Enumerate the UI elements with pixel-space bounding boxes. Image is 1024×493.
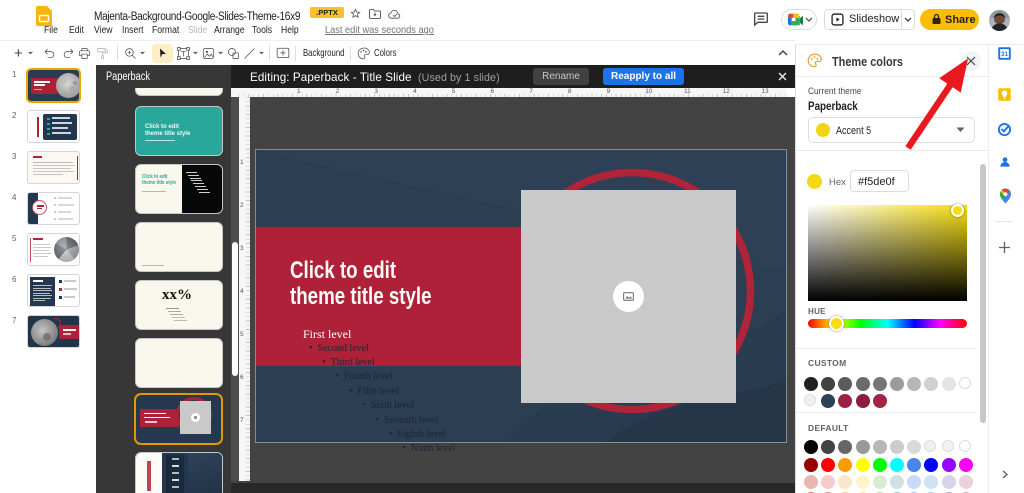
svg-text:31: 31 [1001, 51, 1008, 58]
